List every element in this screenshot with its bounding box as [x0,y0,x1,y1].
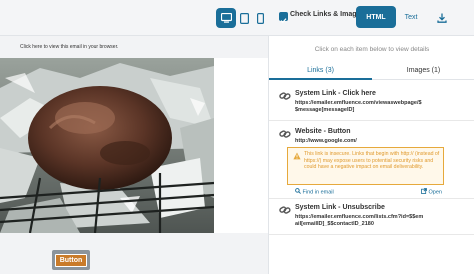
link-title: System Link - Click here [295,90,376,97]
link-icon [279,130,291,138]
tablet-icon [239,12,249,24]
link-title: System Link - Unsubscribe [295,204,385,211]
email-button[interactable]: Button [52,250,90,270]
link-icon [279,92,291,100]
link-icon [279,206,291,214]
divider [269,120,474,121]
link-url: http://www.google.com/ [295,138,357,144]
open-link[interactable]: Open [421,188,442,196]
link-url: https://emailer.emfluence.com/viewaswebp… [295,100,422,113]
search-icon [295,188,301,194]
link-url: https://emailer.emfluence.com/lists.cfm?… [295,214,424,227]
mobile-icon [256,12,264,24]
warning-icon [293,152,301,160]
link-title: Website - Button [295,128,351,135]
find-in-email-link[interactable]: Find in email [295,188,334,196]
toolbar: Check Links & Images HTML Text [0,0,474,36]
links-panel: Click on each item below to view details… [268,36,474,274]
insecure-link-warning: This link is insecure. Links that begin … [287,147,444,185]
mobile-view-button[interactable] [250,8,270,28]
download-icon [437,13,447,23]
view-in-browser-link[interactable]: Click here to view this email in your br… [20,44,118,50]
checkbox-icon[interactable] [279,12,288,24]
desktop-view-button[interactable] [216,8,236,28]
text-tab-button[interactable]: Text [400,6,422,28]
download-button[interactable] [432,8,452,28]
panel-instructions: Click on each item below to view details [314,45,430,53]
warning-text: This link is insecure. Links that begin … [304,151,440,171]
email-body-margin [214,58,268,233]
desktop-icon [220,13,232,23]
html-tab-button[interactable]: HTML [356,6,396,28]
divider [269,234,474,235]
email-button-label[interactable]: Button [54,253,88,267]
email-preview: Click here to view this email in your br… [0,36,268,274]
tab-images[interactable]: Images (1) [372,62,474,80]
divider [269,198,474,199]
check-links-label[interactable]: Check Links & Images [290,11,364,18]
links-list: System Link - Click here https://emailer… [269,82,474,274]
email-photo[interactable] [0,58,214,233]
external-link-icon [421,188,427,194]
link-checker-app: Check Links & Images HTML Text Click her… [0,0,474,274]
tab-links[interactable]: Links (3) [269,62,372,80]
